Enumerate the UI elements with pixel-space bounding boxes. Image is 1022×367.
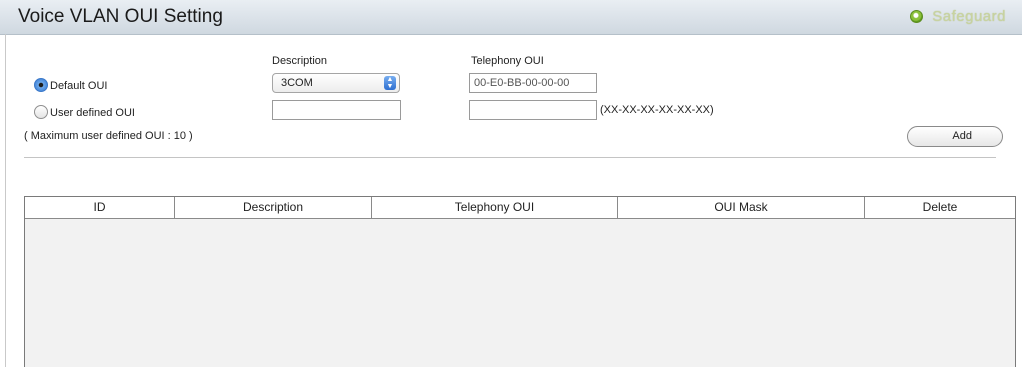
- content-left-border: [5, 34, 6, 367]
- section-divider: [24, 157, 996, 158]
- page-header: Voice VLAN OUI Setting Safeguard: [0, 0, 1022, 35]
- column-header-oui-mask: OUI Mask: [618, 197, 865, 218]
- telephony-oui-column-label: Telephony OUI: [471, 55, 544, 67]
- safeguard-indicator[interactable]: Safeguard: [910, 8, 1006, 25]
- user-defined-description-input[interactable]: [272, 100, 401, 120]
- default-oui-radio[interactable]: [34, 78, 48, 92]
- default-telephony-oui-field[interactable]: 00-E0-BB-00-00-00: [469, 73, 597, 93]
- user-defined-telephony-oui-input[interactable]: [469, 100, 597, 120]
- user-defined-oui-label: User defined OUI: [50, 107, 135, 119]
- default-oui-label: Default OUI: [50, 80, 108, 92]
- column-header-telephony-oui: Telephony OUI: [372, 197, 618, 218]
- safeguard-label: Safeguard: [932, 8, 1006, 25]
- column-header-description: Description: [175, 197, 372, 218]
- page-title: Voice VLAN OUI Setting: [18, 6, 223, 27]
- oui-table: ID Description Telephony OUI OUI Mask De…: [24, 196, 1016, 367]
- column-header-id: ID: [25, 197, 175, 218]
- user-defined-oui-radio[interactable]: [34, 105, 48, 119]
- description-column-label: Description: [272, 55, 328, 67]
- column-header-delete: Delete: [922, 200, 958, 214]
- max-user-defined-oui-note: ( Maximum user defined OUI : 10 ): [24, 130, 193, 142]
- oui-format-hint: (XX-XX-XX-XX-XX-XX): [600, 104, 714, 116]
- select-stepper-arrows-icon: ▲ ▼: [384, 76, 396, 90]
- default-oui-description-value: 3COM: [281, 77, 313, 89]
- add-button[interactable]: Add: [907, 126, 1003, 147]
- oui-table-header: ID Description Telephony OUI OUI Mask De…: [25, 197, 1015, 219]
- safeguard-status-icon: [910, 10, 924, 23]
- default-oui-description-select[interactable]: 3COM ▲ ▼: [272, 73, 400, 93]
